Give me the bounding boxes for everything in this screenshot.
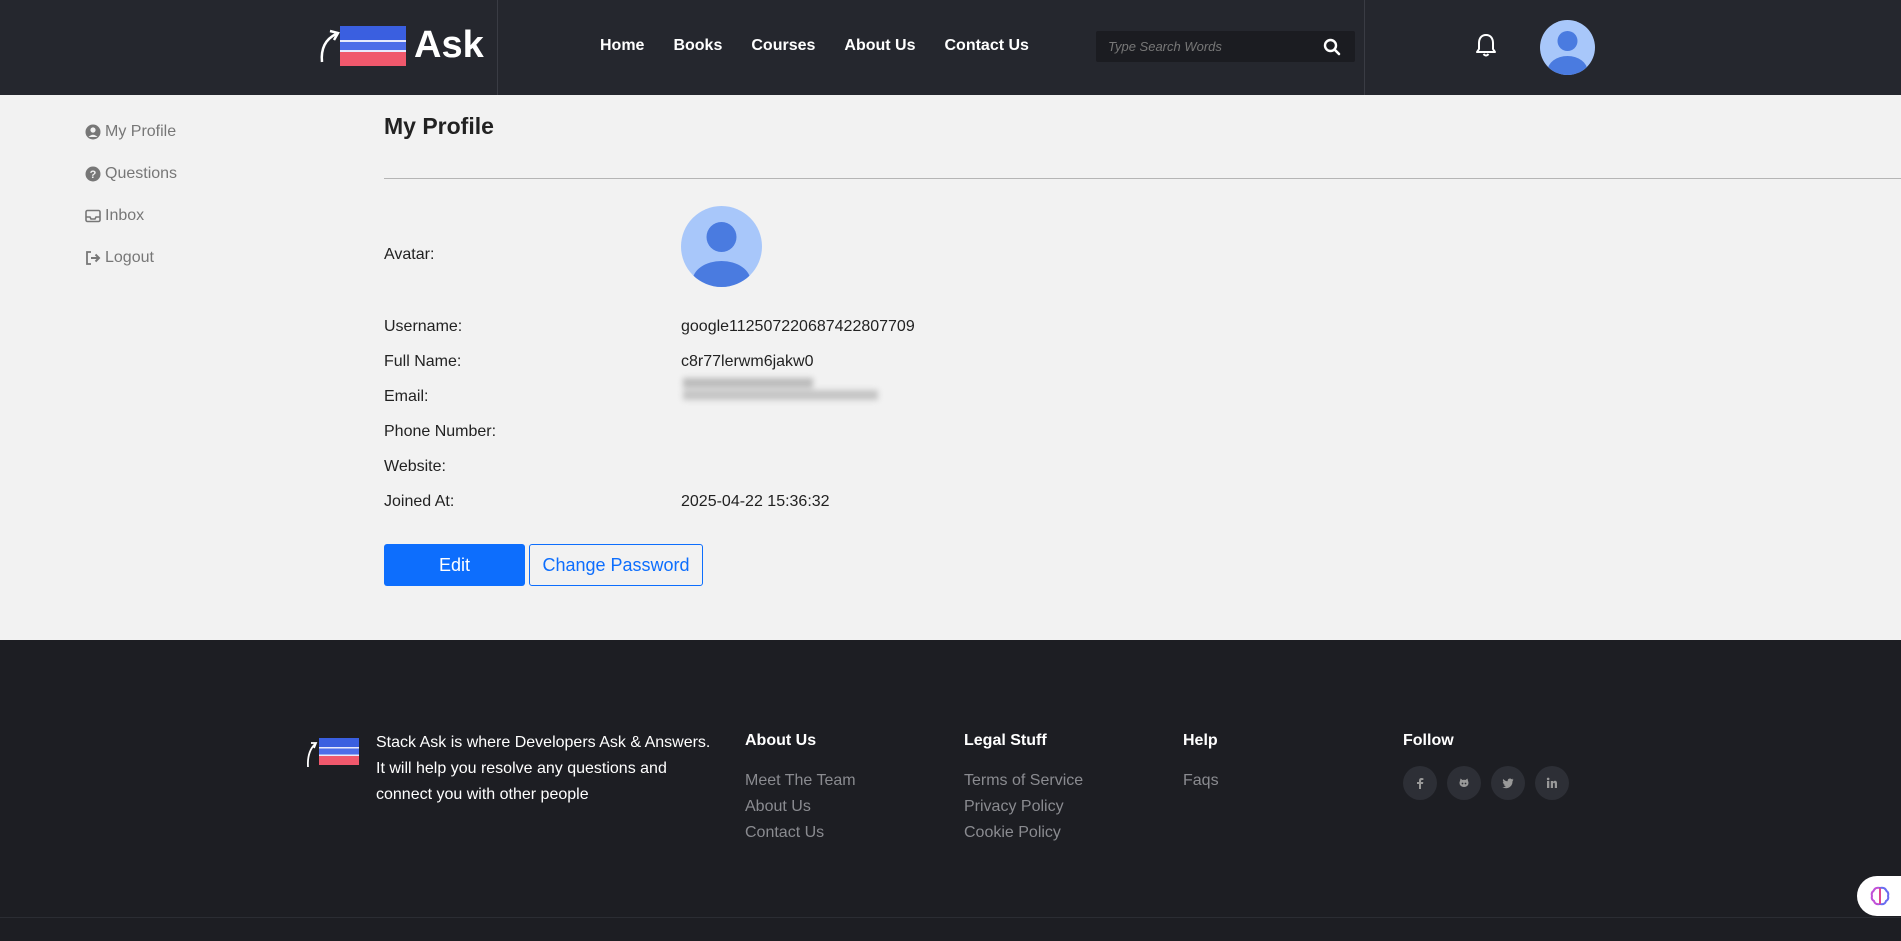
phone-label: Phone Number:	[384, 423, 497, 440]
github-icon[interactable]	[1447, 766, 1481, 800]
footer-heading: Follow	[1403, 732, 1454, 749]
title-divider	[384, 178, 1901, 179]
site-logo[interactable]: Ask	[318, 20, 484, 70]
social-links	[1403, 766, 1569, 800]
footer-link-faqs[interactable]: Faqs	[1183, 772, 1219, 790]
sidebar-item-label: Logout	[105, 249, 154, 266]
logo-arrow-icon	[320, 29, 340, 63]
sidebar-item-logout[interactable]: Logout	[85, 248, 177, 268]
footer-col-legal: Legal Stuff Terms of Service Privacy Pol…	[964, 732, 1083, 850]
logout-icon	[86, 251, 101, 265]
username-label: Username:	[384, 318, 463, 335]
sidebar-item-inbox[interactable]: Inbox	[85, 206, 177, 226]
nav-about-us[interactable]: About Us	[844, 37, 915, 55]
brain-icon	[1870, 886, 1890, 906]
footer-col-about: About Us Meet The Team About Us Contact …	[745, 732, 856, 850]
footer-heading: About Us	[745, 732, 817, 749]
nav-contact-us[interactable]: Contact Us	[945, 37, 1029, 55]
nav-home[interactable]: Home	[600, 37, 644, 55]
footer-about-text: Stack Ask is where Developers Ask & Answ…	[376, 734, 711, 803]
user-circle-icon	[85, 124, 101, 140]
footer-link-privacy[interactable]: Privacy Policy	[964, 798, 1083, 816]
avatar-label: Avatar:	[384, 246, 435, 263]
main-nav: Home Books Courses About Us Contact Us	[600, 0, 1058, 91]
footer-col-help: Help Faqs	[1183, 732, 1219, 798]
linkedin-icon[interactable]	[1535, 766, 1569, 800]
footer-heading: Legal Stuff	[964, 732, 1047, 749]
fullname-label: Full Name:	[384, 353, 462, 370]
user-avatar[interactable]	[1540, 20, 1595, 75]
logo-flag	[340, 26, 406, 66]
sidebar-item-questions[interactable]: ? Questions	[85, 164, 177, 184]
nav-books[interactable]: Books	[673, 37, 722, 55]
footer-link-meet-team[interactable]: Meet The Team	[745, 772, 856, 790]
footer-link-cookie[interactable]: Cookie Policy	[964, 824, 1083, 842]
username-value: google112507220687422807709	[681, 318, 915, 335]
footer-bottom-divider	[0, 917, 1901, 918]
floating-assistant-button[interactable]	[1857, 876, 1901, 916]
profile-avatar-icon	[692, 222, 751, 287]
email-label: Email:	[384, 388, 429, 405]
sidebar-item-my-profile[interactable]: My Profile	[85, 122, 177, 142]
footer-logo[interactable]	[305, 736, 361, 768]
page-title: My Profile	[384, 113, 494, 139]
footer-col-follow: Follow	[1403, 732, 1569, 800]
nav-courses[interactable]: Courses	[751, 37, 815, 55]
email-value-redacted	[683, 378, 878, 400]
sidebar-item-label: Inbox	[105, 207, 145, 224]
footer-link-contact-us[interactable]: Contact Us	[745, 824, 856, 842]
logo-text: Ask	[414, 23, 484, 66]
header-divider-right	[1364, 0, 1365, 95]
site-header: Ask Home Books Courses About Us Contact …	[0, 0, 1901, 95]
footer-heading: Help	[1183, 732, 1218, 749]
site-footer: Stack Ask is where Developers Ask & Answ…	[0, 640, 1901, 941]
fullname-value: c8r77lerwm6jakw0	[681, 353, 814, 370]
search-input[interactable]	[1096, 39, 1306, 54]
website-label: Website:	[384, 458, 446, 475]
change-password-button[interactable]: Change Password	[529, 544, 703, 586]
footer-link-about-us[interactable]: About Us	[745, 798, 856, 816]
joined-label: Joined At:	[384, 493, 455, 510]
svg-text:?: ?	[90, 169, 97, 181]
facebook-icon[interactable]	[1403, 766, 1437, 800]
sidebar-item-label: My Profile	[105, 123, 177, 140]
search-icon[interactable]	[1323, 38, 1341, 56]
question-circle-icon: ?	[85, 166, 101, 182]
profile-avatar	[681, 206, 762, 287]
inbox-icon	[85, 209, 101, 223]
profile-sidebar: My Profile ? Questions Inbox Logout	[85, 122, 177, 290]
search-box	[1096, 31, 1355, 62]
edit-button[interactable]: Edit	[384, 544, 525, 586]
sidebar-item-label: Questions	[105, 165, 178, 182]
joined-value: 2025-04-22 15:36:32	[681, 493, 830, 510]
notification-bell-icon[interactable]	[1474, 32, 1498, 58]
header-divider	[497, 0, 498, 95]
logo-mark	[318, 20, 408, 70]
footer-link-terms[interactable]: Terms of Service	[964, 772, 1083, 790]
user-avatar-icon	[1547, 31, 1588, 75]
twitter-icon[interactable]	[1491, 766, 1525, 800]
